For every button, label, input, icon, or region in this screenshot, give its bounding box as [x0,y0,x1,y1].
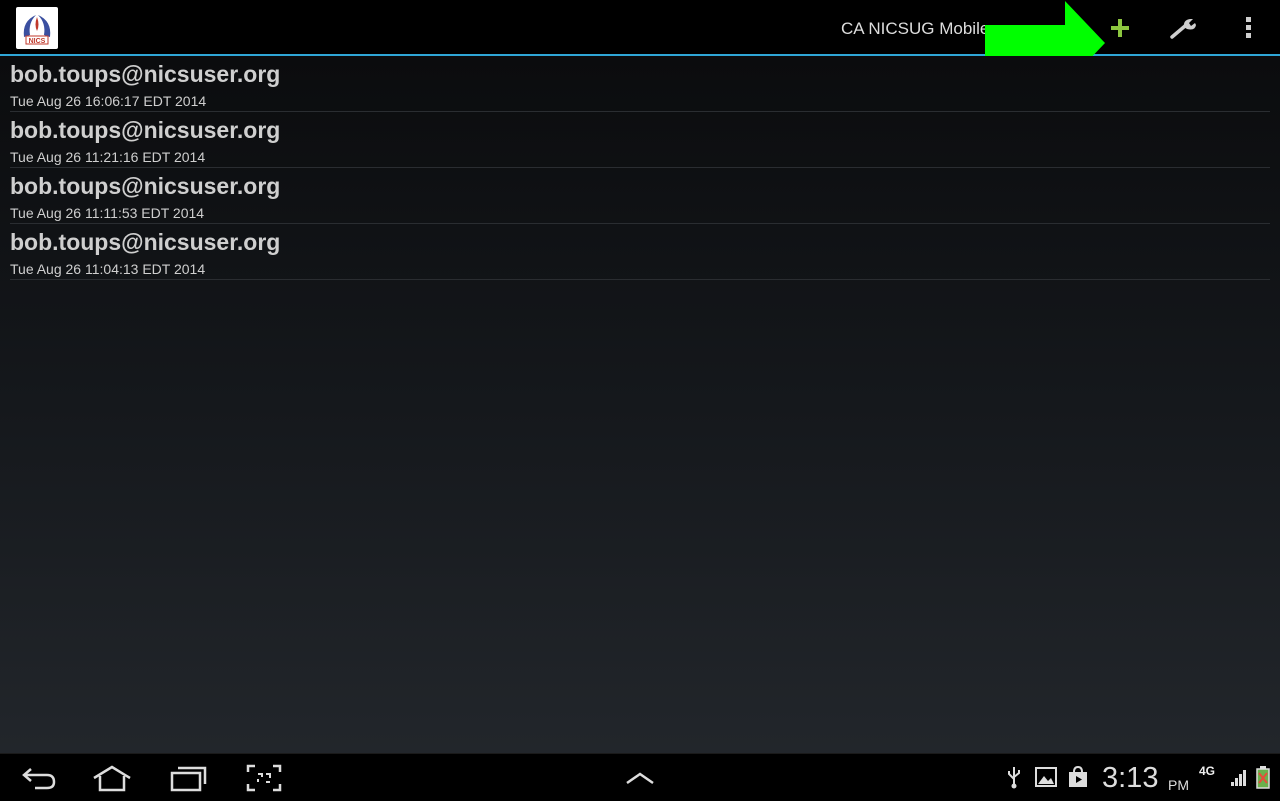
overflow-menu-button[interactable] [1228,8,1268,48]
report-date: Tue Aug 26 16:06:17 EDT 2014 [10,93,207,109]
clock-ampm: PM [1168,777,1189,793]
report-list: bob.toups@nicsuser.org Tue Aug 26 16:06:… [10,56,1270,280]
up-chevron-button[interactable] [620,760,660,796]
report-email: bob.toups@nicsuser.org [10,173,281,199]
plus-icon [1111,19,1129,37]
report-list-container: bob.toups@nicsuser.org Tue Aug 26 16:06:… [0,56,1280,753]
recent-apps-icon [170,766,207,792]
screenshot-icon [246,764,282,792]
store-icon [1066,764,1090,790]
home-button[interactable] [90,760,134,796]
overflow-menu-icon [1246,17,1251,38]
report-email: bob.toups@nicsuser.org [10,61,281,87]
signal-icon [1228,764,1250,790]
battery-icon [1254,764,1272,790]
list-item[interactable]: bob.toups@nicsuser.org Tue Aug 26 11:21:… [10,112,1270,168]
report-email: bob.toups@nicsuser.org [10,117,281,143]
app-title: CA NICSUG Mobile [841,19,990,38]
up-chevron-icon [626,772,654,785]
system-bar: 3:13 PM 4G [0,753,1280,801]
network-type: 4G [1199,764,1216,778]
svg-text:NICS: NICS [29,38,46,45]
settings-button[interactable] [1160,8,1208,48]
report-date: Tue Aug 26 11:04:13 EDT 2014 [10,261,206,277]
report-date: Tue Aug 26 11:21:16 EDT 2014 [10,149,206,165]
clock-time: 3:13 [1102,762,1159,794]
list-item[interactable]: bob.toups@nicsuser.org Tue Aug 26 11:04:… [10,224,1270,280]
gallery-icon [1034,764,1058,790]
app-logo-icon[interactable]: NICS [16,7,58,49]
usb-icon [1004,764,1024,790]
wrench-icon [1170,19,1196,39]
report-email: bob.toups@nicsuser.org [10,229,281,255]
home-icon [93,765,131,792]
recent-apps-button[interactable] [166,760,210,796]
back-icon [22,768,56,790]
list-item[interactable]: bob.toups@nicsuser.org Tue Aug 26 11:11:… [10,168,1270,224]
report-date: Tue Aug 26 11:11:53 EDT 2014 [10,205,205,221]
add-report-button[interactable] [1100,8,1140,48]
back-button[interactable] [18,760,60,796]
action-bar: NICS CA NICSUG Mobile [0,0,1280,85]
screenshot-button[interactable] [244,760,284,796]
list-item[interactable]: bob.toups@nicsuser.org Tue Aug 26 16:06:… [10,56,1270,112]
